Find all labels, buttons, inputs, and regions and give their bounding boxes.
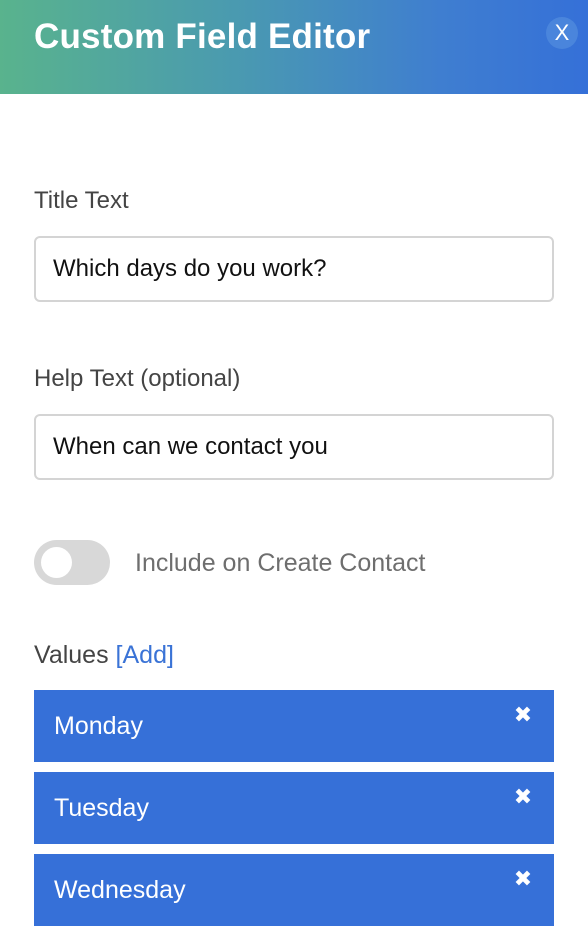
- value-item-tuesday: Tuesday ✖: [34, 772, 554, 844]
- remove-value-icon[interactable]: ✖: [512, 704, 534, 726]
- toggle-knob: [41, 547, 72, 578]
- value-item-label: Tuesday: [54, 794, 149, 822]
- value-item-monday: Monday ✖: [34, 690, 554, 762]
- title-text-label: Title Text: [34, 187, 129, 214]
- include-on-create-contact-label: Include on Create Contact: [135, 549, 426, 577]
- add-value-link[interactable]: [Add]: [116, 641, 174, 669]
- remove-value-icon[interactable]: ✖: [512, 786, 534, 808]
- include-on-create-contact-toggle[interactable]: [34, 540, 110, 585]
- value-item-wednesday: Wednesday ✖: [34, 854, 554, 926]
- remove-value-icon[interactable]: ✖: [512, 868, 534, 890]
- value-item-label: Monday: [54, 712, 143, 740]
- close-button[interactable]: X: [546, 17, 578, 49]
- editor-title: Custom Field Editor: [34, 17, 371, 56]
- value-item-label: Wednesday: [54, 876, 186, 904]
- values-label: Values: [34, 641, 109, 669]
- help-text-label: Help Text (optional): [34, 365, 241, 392]
- editor-header: Custom Field Editor X: [0, 0, 588, 94]
- title-text-input[interactable]: [34, 236, 554, 302]
- values-heading: Values [Add]: [34, 639, 174, 671]
- help-text-input[interactable]: [34, 414, 554, 480]
